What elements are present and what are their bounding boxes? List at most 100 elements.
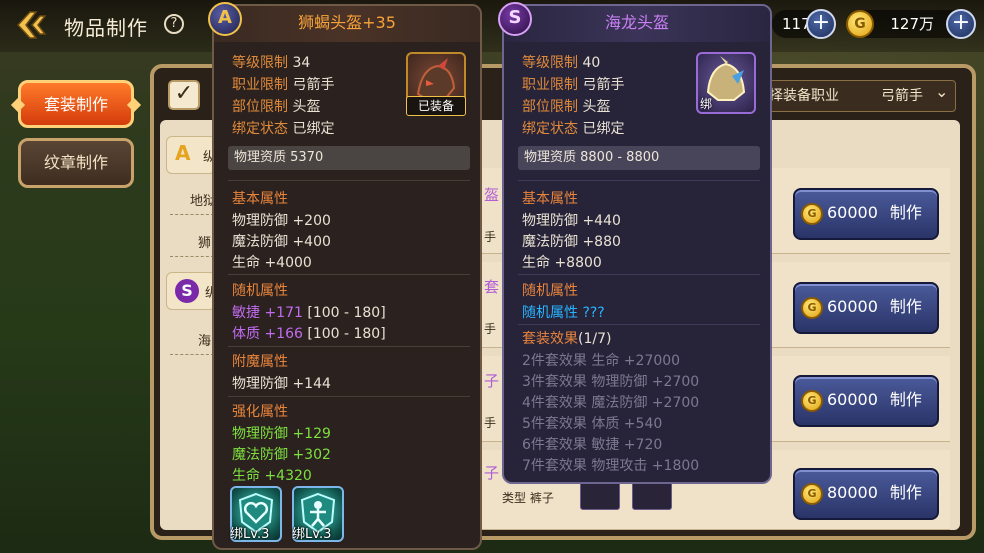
make-label: 制作 (889, 483, 922, 502)
page-title: 物品制作 (64, 16, 148, 40)
section-title: 随机属性 (522, 283, 578, 299)
grade-s-icon: S (175, 279, 199, 303)
section-title: 套装效果 (522, 331, 578, 347)
unknown-random-stat: 随机属性 ??? (522, 305, 605, 321)
list-item[interactable]: 海 (198, 330, 211, 349)
section-title: 基本属性 (232, 191, 288, 207)
stat-value: +4320 (264, 468, 312, 484)
tab-set-crafting[interactable]: 套装制作 (18, 80, 134, 128)
job-value: 弓箭手 (582, 77, 625, 93)
tab-label: 纹章制作 (43, 153, 108, 172)
job-select[interactable]: 择装备职业 弓箭手 ⌄ (756, 80, 956, 112)
divider (228, 274, 470, 275)
stat-line: 魔法防御 +880 (522, 234, 621, 250)
row-item-name: 套 (484, 278, 500, 296)
set-bonus-line: 4件套效果 魔法防御 +2700 (522, 395, 700, 411)
stat-name: 生命 (232, 468, 260, 484)
bind-value: 已绑定 (582, 121, 625, 137)
stat-name: 敏捷 (232, 305, 260, 321)
divider (228, 396, 470, 397)
grade-s-icon: S (498, 2, 532, 36)
gold-coin-icon: G (846, 10, 874, 38)
back-arrow-icon[interactable] (16, 10, 48, 40)
stat-name: 物理防御 (232, 426, 288, 442)
make-price: 60000 (827, 297, 878, 316)
stat-value: +129 (292, 426, 331, 442)
item-thumbnail (580, 480, 620, 510)
slot-value: 头盔 (292, 99, 321, 115)
chevron-down-icon: ⌄ (935, 82, 949, 101)
divider (170, 354, 214, 355)
job-value: 弓箭手 (292, 77, 335, 93)
bind-value: 已绑定 (292, 121, 335, 137)
gold-coin-icon: G (801, 296, 823, 319)
section-title: 强化属性 (232, 404, 288, 420)
stat-value: +166 (264, 326, 303, 342)
stat-name: 体质 (232, 326, 260, 342)
make-button[interactable]: G 80000 制作 (793, 468, 939, 520)
stat-range: [100 - 180] (307, 326, 386, 342)
stat-line: 物理防御 +200 (232, 213, 331, 229)
set-progress: (1/7) (578, 331, 612, 347)
stat-line: 魔法防御 +400 (232, 234, 331, 250)
divider (170, 214, 214, 215)
tab-emblem-crafting[interactable]: 纹章制作 (18, 138, 134, 188)
set-bonus-line: 3件套效果 物理防御 +2700 (522, 374, 700, 390)
item-thumbnail (632, 480, 672, 510)
make-price: 60000 (827, 203, 878, 222)
job-label: 职业限制 (232, 77, 288, 93)
stat-line: 物理防御 +144 (232, 376, 331, 392)
divider (228, 180, 470, 181)
make-label: 制作 (889, 203, 922, 222)
row-item-type: 类型 裤子 (502, 491, 554, 505)
stat-line: 生命 +8800 (522, 255, 602, 271)
gem-label: 绑Lv.3 (230, 527, 270, 542)
set-bonus-line: 6件套效果 敏捷 +720 (522, 437, 663, 453)
add-gold-button[interactable]: + (946, 9, 976, 39)
make-price: 80000 (827, 483, 878, 502)
divider (518, 274, 760, 275)
filter-checkbox[interactable]: ✓ (168, 80, 200, 110)
divider (518, 180, 760, 181)
slot-value: 头盔 (582, 99, 611, 115)
level-value: 40 (582, 55, 601, 71)
gem-slot[interactable]: 绑Lv.3 (230, 486, 282, 542)
gem-label: 绑Lv.3 (292, 527, 332, 542)
gold-value: 127万 (890, 15, 934, 33)
slot-label: 部位限制 (522, 99, 578, 115)
row-item-type: 手 (484, 230, 497, 244)
row-item-name: 子 (484, 372, 500, 390)
grade-s-group[interactable]: S 纵 (166, 272, 218, 310)
level-label: 等级限制 (522, 55, 578, 71)
stat-value: +302 (292, 447, 331, 463)
slot-label: 部位限制 (232, 99, 288, 115)
stat-line: 物理防御 +440 (522, 213, 621, 229)
level-label: 等级限制 (232, 55, 288, 71)
add-stamina-button[interactable]: + (806, 9, 836, 39)
equipped-badge: 已装备 (406, 96, 466, 116)
bind-badge: 绑 (700, 97, 713, 111)
make-label: 制作 (889, 390, 922, 409)
help-icon[interactable]: ? (164, 14, 184, 34)
set-bonus-line: 2件套效果 生命 +27000 (522, 353, 681, 369)
gold-coin-icon: G (801, 202, 823, 225)
grade-a-group[interactable]: A 纵 (166, 136, 216, 174)
divider (518, 324, 760, 325)
make-price: 60000 (827, 390, 878, 409)
stat-range: [100 - 180] (307, 305, 386, 321)
section-title: 随机属性 (232, 283, 288, 299)
grade-a-icon: A (208, 2, 242, 36)
gold-coin-icon: G (801, 389, 823, 412)
quality-bar: 物理资质 5370 (228, 146, 470, 170)
gem-slot[interactable]: 绑Lv.3 (292, 486, 344, 542)
tooltip-title: 海龙头盔 (504, 6, 770, 42)
list-item[interactable]: 狮 (198, 232, 211, 251)
helmet-item-icon: 已装备 (406, 52, 466, 116)
divider (170, 256, 214, 257)
make-button[interactable]: G 60000 制作 (793, 282, 939, 334)
make-button[interactable]: G 60000 制作 (793, 375, 939, 427)
level-value: 34 (292, 55, 311, 71)
job-select-label: 择装备职业 (769, 88, 839, 104)
make-button[interactable]: G 60000 制作 (793, 188, 939, 240)
helmet-item-icon: 绑 (696, 52, 756, 114)
